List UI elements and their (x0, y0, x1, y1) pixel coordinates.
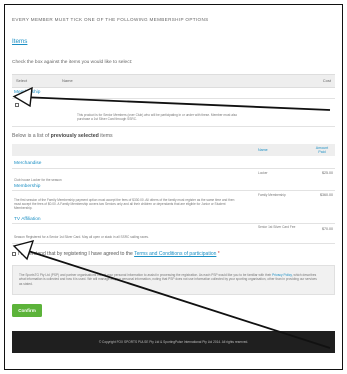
prev-item-description: Season Registered for a Senior 1st Silve… (14, 235, 149, 239)
intro-suffix: items (98, 133, 113, 139)
column-prev-name: Name (258, 148, 268, 152)
divider (12, 98, 335, 99)
intro-prefix: Below is a list of (12, 133, 51, 139)
prev-item-amount: $25.00 (322, 171, 333, 175)
divider (12, 243, 335, 244)
privacy-text: The SportsTG Pty Ltd (PSP) and partner o… (19, 273, 319, 286)
required-mark: * (217, 251, 220, 257)
column-amount-paid: Amount Paid (315, 146, 329, 154)
prev-item-name: Senior 1st Silver Card Fee (258, 225, 296, 229)
privacy-policy-link[interactable]: Privacy Policy (272, 273, 292, 277)
prev-item-amount: $360.00 (320, 193, 333, 197)
privacy-text-before: The SportsTG Pty Ltd (PSP) and partner o… (19, 273, 273, 277)
group-tv-affiliation: TV Affiliation (14, 217, 41, 222)
divider (12, 223, 335, 224)
footer: © Copyright FOX SPORTS PULSE Pty Ltd & S… (12, 331, 335, 353)
prev-item-name: Locker (258, 171, 268, 175)
group-merchandise: Merchandise (14, 161, 42, 166)
footer-copyright: © Copyright FOX SPORTS PULSE Pty Ltd & S… (98, 340, 249, 344)
previous-items-intro: Below is a list of previously selected i… (12, 133, 113, 139)
prev-item-description: Club house Locker for the season (14, 178, 62, 182)
previous-items-table-header: Name Amount Paid (12, 144, 335, 156)
screenshot-frame: EVERY MEMBER MUST TICK ONE OF THE FOLLOW… (4, 4, 343, 370)
items-table-header: Select Name Cost (12, 74, 335, 88)
divider (12, 168, 335, 169)
column-cost: Cost (322, 78, 331, 83)
privacy-notice: The SportsTG Pty Ltd (PSP) and partner o… (12, 265, 335, 295)
divider (12, 126, 335, 127)
column-select: Select (16, 78, 28, 83)
group-membership-previous: Membership (14, 184, 41, 189)
terms-row: I understand that by registering I have … (12, 251, 220, 257)
items-instruction: Check the box against the items you woul… (12, 60, 133, 65)
confirm-button[interactable]: Confirm (12, 304, 42, 317)
intro-bold: previously selected (50, 133, 99, 139)
group-membership: Membership (14, 90, 41, 95)
terms-text: I understand that by registering I have … (18, 251, 135, 257)
prev-item-amount: $70.00 (322, 227, 333, 231)
items-title[interactable]: Items (12, 38, 27, 45)
divider (12, 190, 335, 191)
prev-item-name: Family Membership (258, 193, 286, 197)
terms-link[interactable]: Terms and Conditions of participation (134, 251, 216, 257)
terms-checkbox[interactable] (12, 251, 16, 256)
column-name: Name (62, 78, 73, 83)
membership-notice: EVERY MEMBER MUST TICK ONE OF THE FOLLOW… (12, 17, 209, 22)
membership-item-description: This product is for Senior Members (over… (77, 113, 238, 122)
prev-item-description: The first session of the Family Membersh… (14, 198, 235, 211)
membership-select-checkbox[interactable] (15, 103, 19, 107)
